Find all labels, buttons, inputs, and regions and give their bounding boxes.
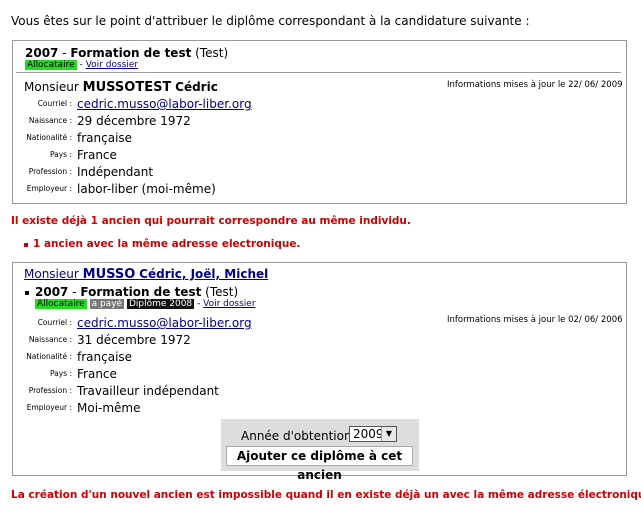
match-formation-suffix: (Test): [205, 285, 239, 299]
field-row-employer: Employeur :: [12, 401, 72, 418]
field-row-employer: Employeur :: [12, 182, 72, 199]
field-row-country: Pays :: [12, 367, 72, 384]
candidate-birth: 29 décembre 1972: [77, 114, 191, 128]
badge-paye: a payé: [89, 299, 125, 309]
field-row-email: Courriel :: [12, 316, 72, 333]
field-label: Employeur :: [26, 403, 72, 412]
duplicate-reason: 1 ancien avec la même adresse electroniq…: [33, 238, 301, 250]
bullet-icon: [25, 291, 29, 295]
candidate-header: 2007 - Formation de test (Test) Allocata…: [16, 45, 621, 73]
candidate-email-link[interactable]: cedric.musso@labor-liber.org: [77, 97, 252, 111]
voir-dossier-link[interactable]: Voir dossier: [86, 60, 138, 70]
match-formation-name: Formation de test: [80, 285, 202, 299]
badge-allocataire: Allocataire: [35, 299, 87, 309]
match-firstnames: Cédric, Joël, Michel: [139, 267, 269, 281]
field-row-nationality: Nationalité :: [12, 350, 72, 367]
field-row-birth: Naissance :: [12, 333, 72, 350]
match-nationality: française: [77, 350, 133, 364]
field-label: Pays :: [49, 150, 72, 159]
voir-dossier-link[interactable]: Voir dossier: [203, 299, 255, 309]
year-select-value: 2009: [353, 427, 384, 441]
field-row-email: Courriel :: [12, 97, 72, 114]
add-diploma-button[interactable]: Ajouter ce diplôme à cet ancien: [226, 446, 413, 482]
match-surname: MUSSO: [82, 267, 136, 282]
field-label: Nationalité :: [26, 133, 72, 142]
match-badges: Allocataire a payé Diplôme 2008 - Voir d…: [35, 299, 256, 309]
candidate-country: France: [77, 148, 117, 162]
field-label: Naissance :: [28, 116, 72, 125]
match-email-link[interactable]: cedric.musso@labor-liber.org: [77, 316, 252, 330]
field-row-profession: Profession :: [12, 165, 72, 182]
field-label: Courriel :: [37, 318, 72, 327]
year-label: Année d'obtention :: [241, 429, 360, 443]
bullet-icon: [24, 243, 28, 247]
candidate-firstname: Cédric: [175, 80, 218, 94]
match-profession: Travailleur indépendant: [77, 384, 219, 398]
match-updated: Informations mises à jour le 02/ 06/ 200…: [447, 315, 623, 325]
chevron-down-icon[interactable]: ▼: [381, 427, 396, 441]
candidate-surname: MUSSOTEST: [82, 80, 172, 95]
field-row-nationality: Nationalité :: [12, 131, 72, 148]
field-row-birth: Naissance :: [12, 114, 72, 131]
candidate-employer: labor-liber (moi-même): [77, 182, 216, 196]
candidate-formation: 2007 - Formation de test (Test): [25, 46, 229, 60]
field-label: Nationalité :: [26, 352, 72, 361]
candidate-nationality: française: [77, 131, 133, 145]
match-employer: Moi-même: [77, 401, 141, 415]
year-select[interactable]: 2009 ▼: [349, 426, 397, 442]
candidate-profession: Indépendant: [77, 165, 154, 179]
attach-diploma-panel: Année d'obtention : 2009 ▼ Ajouter ce di…: [221, 419, 419, 482]
field-label: Naissance :: [28, 335, 72, 344]
intro-text: Vous êtes sur le point d'attribuer le di…: [11, 14, 530, 28]
field-row-country: Pays :: [12, 148, 72, 165]
match-country: France: [77, 367, 117, 381]
creation-error: La création d'un nouvel ancien est impos…: [11, 489, 641, 501]
candidate-name: Monsieur MUSSOTEST Cédric: [24, 80, 218, 95]
candidate-formation-name: Formation de test: [70, 46, 192, 60]
match-birth: 31 décembre 1972: [77, 333, 191, 347]
match-formation: 2007 - Formation de test (Test): [35, 285, 239, 299]
field-label: Employeur :: [26, 184, 72, 193]
field-label: Pays :: [49, 369, 72, 378]
field-label: Profession :: [28, 167, 72, 176]
field-row-profession: Profession :: [12, 384, 72, 401]
match-civility: Monsieur: [24, 267, 79, 281]
match-year: 2007: [35, 285, 69, 299]
badge-allocataire: Allocataire: [25, 60, 77, 70]
match-name-link[interactable]: Monsieur MUSSO Cédric, Joël, Michel: [24, 267, 269, 282]
candidate-updated: Informations mises à jour le 22/ 06/ 200…: [447, 80, 623, 90]
duplicate-warning: Il existe déjà 1 ancien qui pourrait cor…: [11, 215, 411, 227]
candidate-civility: Monsieur: [24, 80, 79, 94]
candidate-badges: Allocataire - Voir dossier: [25, 60, 139, 70]
candidate-card: 2007 - Formation de test (Test) Allocata…: [12, 40, 627, 204]
candidate-year: 2007: [25, 46, 59, 60]
field-label: Profession :: [28, 386, 72, 395]
match-name: Monsieur MUSSO Cédric, Joël, Michel: [24, 267, 268, 282]
badge-diplome: Diplôme 2008: [126, 299, 195, 309]
field-label: Courriel :: [37, 99, 72, 108]
candidate-formation-suffix: (Test): [195, 46, 229, 60]
